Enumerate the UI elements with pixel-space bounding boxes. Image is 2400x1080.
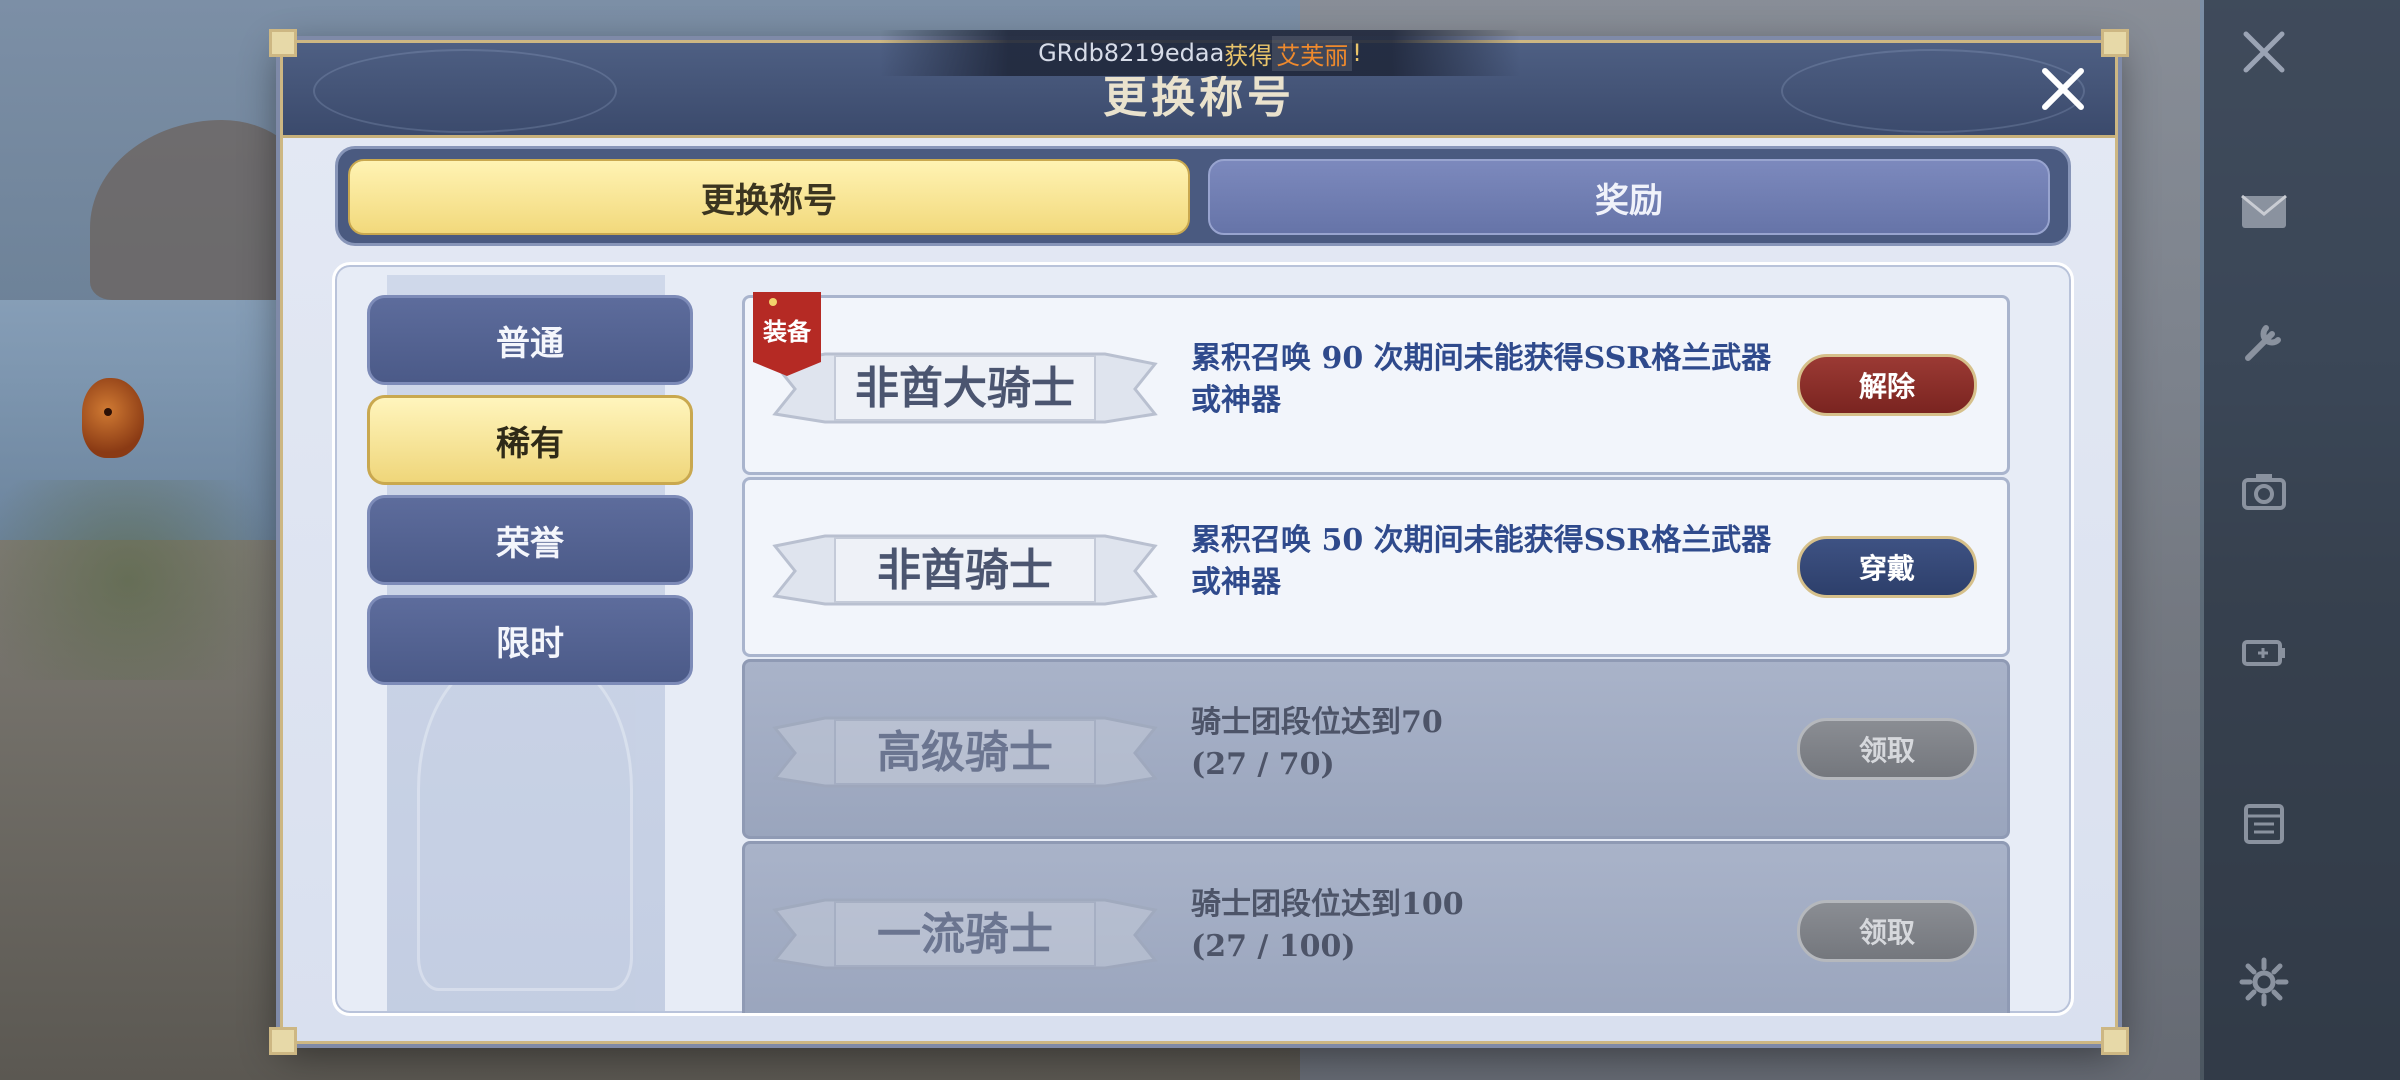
description-line: 累积召唤 90 次期间未能获得SSR格兰武器 (1191, 341, 1772, 376)
tools-icon[interactable] (2232, 310, 2296, 374)
notice-item: 艾芙丽 (1272, 35, 1353, 71)
calendar-icon[interactable] (2232, 790, 2296, 854)
background-cliff (90, 120, 310, 300)
wear-button[interactable]: 穿戴 (1797, 536, 1977, 598)
title-name: 非酋大骑士 (855, 363, 1075, 414)
title-description: 骑士团段位达到100 (27 / 100) (1191, 884, 1811, 968)
description-line: 或神器 (1191, 383, 1281, 418)
tab-change-title[interactable]: 更换称号 (348, 159, 1190, 235)
title-description: 累积召唤 90 次期间未能获得SSR格兰武器 或神器 (1191, 338, 1811, 422)
remove-button[interactable]: 解除 (1797, 354, 1977, 416)
frame-corner (269, 1027, 297, 1055)
claim-button[interactable]: 领取 (1797, 718, 1977, 780)
description-line: (27 / 100) (1191, 929, 1356, 964)
equipped-tag: 装备 (753, 292, 821, 376)
sidebar-close-icon[interactable] (2232, 20, 2296, 84)
battery-icon (2232, 620, 2296, 684)
title-name: 一流骑士 (877, 909, 1053, 960)
tab-rewards[interactable]: 奖励 (1208, 159, 2050, 235)
title-row: 高级骑士 骑士团段位达到70 (27 / 70) 领取 (742, 659, 2010, 839)
frame-corner (2101, 1027, 2129, 1055)
description-line: 累积召唤 50 次期间未能获得SSR格兰武器 (1191, 523, 1772, 558)
title-name: 非酋骑士 (877, 545, 1053, 596)
category-honor[interactable]: 荣誉 (367, 495, 693, 585)
close-button[interactable] (2031, 57, 2095, 121)
acquisition-notice: GRdb8219edaa 获得 艾芙丽 ! (880, 30, 1520, 76)
equipped-tag-label: 装备 (763, 318, 811, 346)
title-row: 非酋骑士 累积召唤 50 次期间未能获得SSR格兰武器 或神器 穿戴 (742, 477, 2010, 657)
notice-username: GRdb8219edaa (1038, 39, 1225, 67)
title-description: 骑士团段位达到70 (27 / 70) (1191, 702, 1811, 786)
title-name: 高级骑士 (877, 727, 1053, 778)
title-list-panel: 普通 稀有 荣誉 限时 非酋大骑士 装备 累积召唤 90 次期间未能获得SSR格… (332, 262, 2074, 1016)
right-sidebar (2204, 0, 2400, 1080)
gear-icon[interactable] (2232, 950, 2296, 1014)
notice-suffix: ! (1352, 39, 1362, 67)
frame-corner (269, 29, 297, 57)
postcard-icon[interactable] (2232, 180, 2296, 244)
notice-verb: 获得 (1224, 41, 1273, 70)
description-line: 骑士团段位达到100 (1191, 887, 1464, 922)
claim-button[interactable]: 领取 (1797, 900, 1977, 962)
category-rare[interactable]: 稀有 (367, 395, 693, 485)
title-description: 累积召唤 50 次期间未能获得SSR格兰武器 或神器 (1191, 520, 1811, 604)
category-limited[interactable]: 限时 (367, 595, 693, 685)
description-line: 或神器 (1191, 565, 1281, 600)
title-row: 非酋大骑士 装备 累积召唤 90 次期间未能获得SSR格兰武器 或神器 解除 (742, 292, 2010, 475)
close-icon (2042, 68, 2084, 110)
camera-icon[interactable] (2232, 460, 2296, 524)
title-row: 一流骑士 骑士团段位达到100 (27 / 100) 领取 (742, 841, 2010, 1013)
tab-bar: 更换称号 奖励 (335, 146, 2071, 246)
description-line: 骑士团段位达到70 (1191, 705, 1443, 740)
creature-sprite (82, 378, 144, 458)
category-normal[interactable]: 普通 (367, 295, 693, 385)
frame-corner (2101, 29, 2129, 57)
background-plants (0, 480, 320, 680)
description-line: (27 / 70) (1191, 747, 1335, 782)
